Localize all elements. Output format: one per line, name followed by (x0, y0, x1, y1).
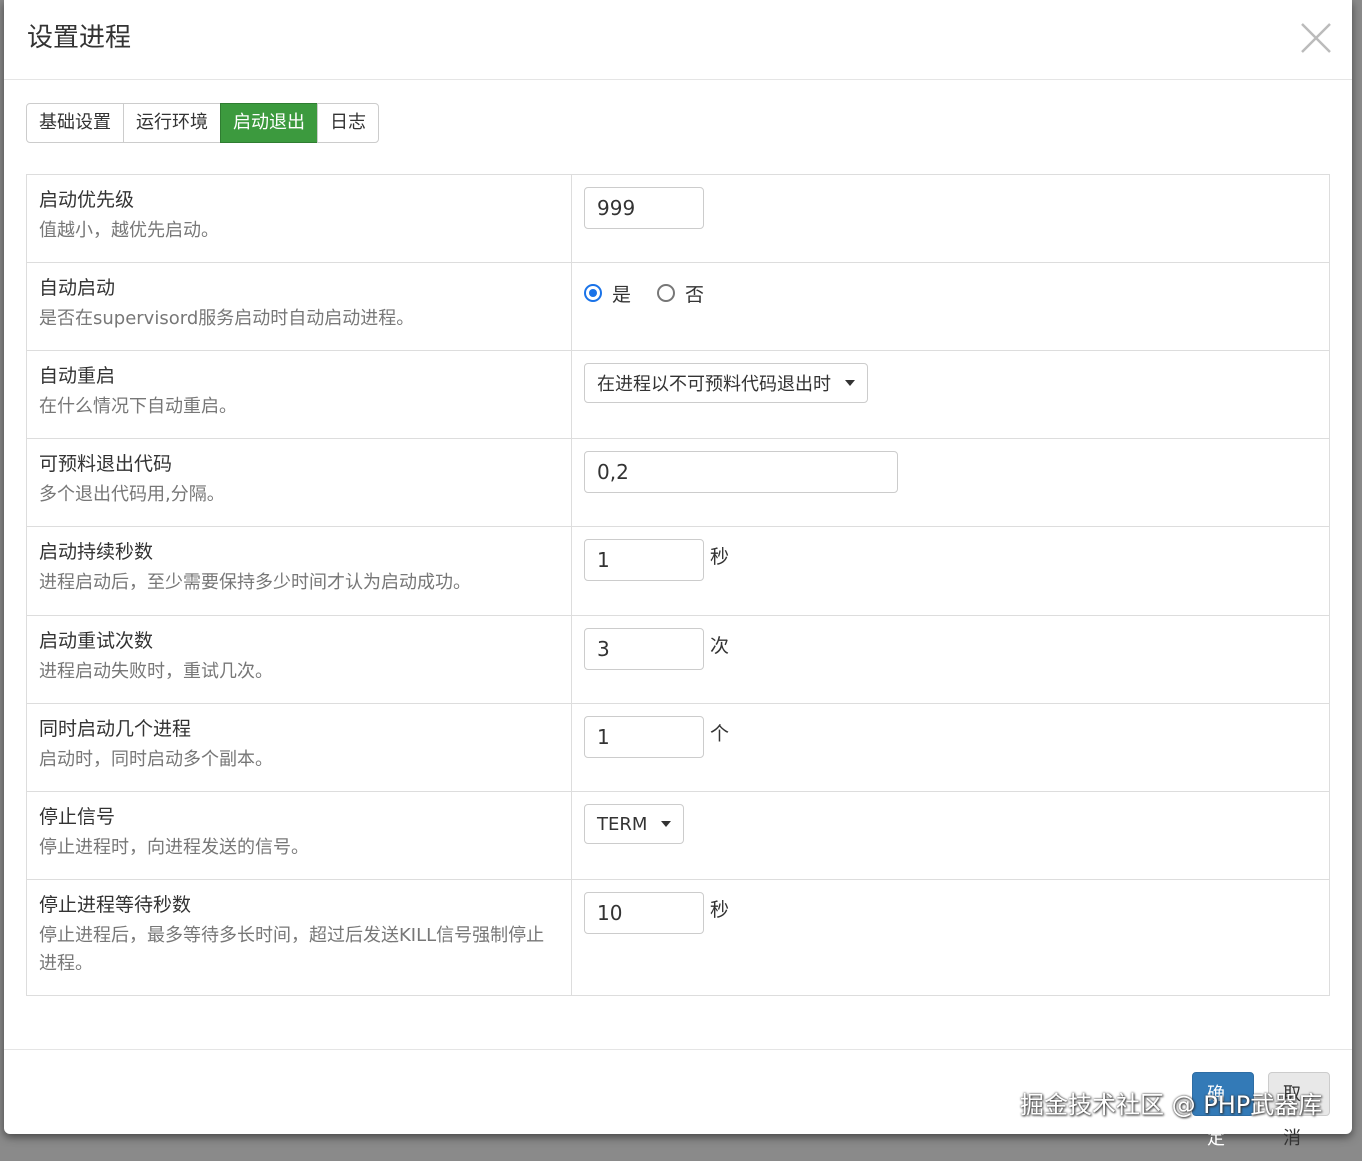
row-description: 值越小，越优先启动。 (39, 220, 219, 241)
row-title: 自动重启 (39, 365, 116, 387)
row-autostart: 自动启动 是否在supervisord服务启动时自动启动进程。 是 否 (26, 262, 1330, 351)
tab-log[interactable]: 日志 (317, 103, 379, 143)
row-stopsignal: 停止信号 停止进程时，向进程发送的信号。 TERM (26, 791, 1330, 880)
row-description: 启动时，同时启动多个副本。 (39, 749, 273, 770)
autostart-radio-group: 是 否 (584, 275, 1317, 311)
radio-label: 否 (685, 283, 705, 306)
stopsignal-select[interactable]: TERM (584, 804, 685, 844)
row-stopwaitsecs: 停止进程等待秒数 停止进程后，最多等待多长时间，超过后发送KILL信号强制停止进… (26, 879, 1330, 996)
startsecs-input[interactable]: 1 (584, 539, 704, 581)
row-description: 停止进程后，最多等待多长时间，超过后发送KILL信号强制停止进程。 (39, 925, 545, 974)
close-icon[interactable] (1298, 20, 1334, 56)
row-numprocs: 同时启动几个进程 启动时，同时启动多个副本。 1个 (26, 703, 1330, 792)
autorestart-select[interactable]: 在进程以不可预料代码退出时 (584, 363, 868, 403)
autostart-no-radio[interactable]: 否 (657, 280, 704, 307)
row-title: 启动持续秒数 (39, 541, 154, 563)
unit-label: 个 (710, 723, 730, 745)
exitcodes-input[interactable]: 0,2 (584, 451, 898, 493)
row-description: 停止进程时，向进程发送的信号。 (39, 837, 309, 858)
row-title: 停止信号 (39, 806, 116, 828)
row-exitcodes: 可预料退出代码 多个退出代码用,分隔。 0,2 (26, 438, 1330, 527)
priority-input[interactable]: 999 (584, 187, 704, 229)
caret-down-icon (661, 821, 672, 827)
row-description: 多个退出代码用,分隔。 (39, 484, 225, 505)
numprocs-input[interactable]: 1 (584, 716, 704, 758)
select-value: TERM (597, 813, 648, 835)
settings-table: 启动优先级 值越小，越优先启动。 999 自动启动 是否在supervisord… (26, 174, 1330, 996)
startretries-input[interactable]: 3 (584, 628, 704, 670)
row-startsecs: 启动持续秒数 进程启动后，至少需要保持多少时间才认为启动成功。 1秒 (26, 526, 1330, 616)
row-priority: 启动优先级 值越小，越优先启动。 999 (26, 174, 1330, 263)
select-value: 在进程以不可预料代码退出时 (597, 374, 831, 395)
cancel-button[interactable]: 取消 (1268, 1072, 1330, 1149)
tab-basic[interactable]: 基础设置 (26, 103, 124, 143)
row-description: 是否在supervisord服务启动时自动启动进程。 (39, 308, 415, 329)
row-description: 进程启动失败时，重试几次。 (39, 661, 273, 682)
radio-label: 是 (612, 283, 632, 306)
stopwaitsecs-input[interactable]: 10 (584, 892, 704, 934)
row-title: 停止进程等待秒数 (39, 894, 192, 916)
row-startretries: 启动重试次数 进程启动失败时，重试几次。 3次 (26, 615, 1330, 704)
autostart-yes-radio[interactable]: 是 (584, 280, 631, 307)
modal-header: 设置进程 (4, 0, 1352, 80)
row-description: 进程启动后，至少需要保持多少时间才认为启动成功。 (39, 572, 471, 593)
modal-title: 设置进程 (27, 23, 132, 53)
row-title: 自动启动 (39, 277, 116, 299)
row-description: 在什么情况下自动重启。 (39, 396, 237, 417)
unit-label: 秒 (710, 546, 730, 568)
row-autorestart: 自动重启 在什么情况下自动重启。 在进程以不可预料代码退出时 (26, 350, 1330, 439)
row-title: 同时启动几个进程 (39, 718, 192, 740)
unit-label: 秒 (710, 899, 730, 921)
confirm-button[interactable]: 确定 (1192, 1072, 1254, 1149)
row-title: 启动重试次数 (39, 630, 154, 652)
row-title: 启动优先级 (39, 189, 135, 211)
caret-down-icon (845, 380, 855, 386)
tab-bar: 基础设置 运行环境 启动退出 日志 (26, 103, 379, 143)
tab-startup-exit[interactable]: 启动退出 (220, 103, 318, 143)
modal-footer: 确定 取消 (4, 1049, 1352, 1149)
radio-checked-icon (584, 284, 602, 302)
modal-dialog: 设置进程 基础设置 运行环境 启动退出 日志 启动优先级 值越小，越优先启动。 … (4, 0, 1352, 1149)
row-title: 可预料退出代码 (39, 453, 173, 475)
radio-unchecked-icon (657, 284, 676, 302)
tab-environment[interactable]: 运行环境 (123, 103, 221, 143)
unit-label: 次 (710, 635, 730, 657)
